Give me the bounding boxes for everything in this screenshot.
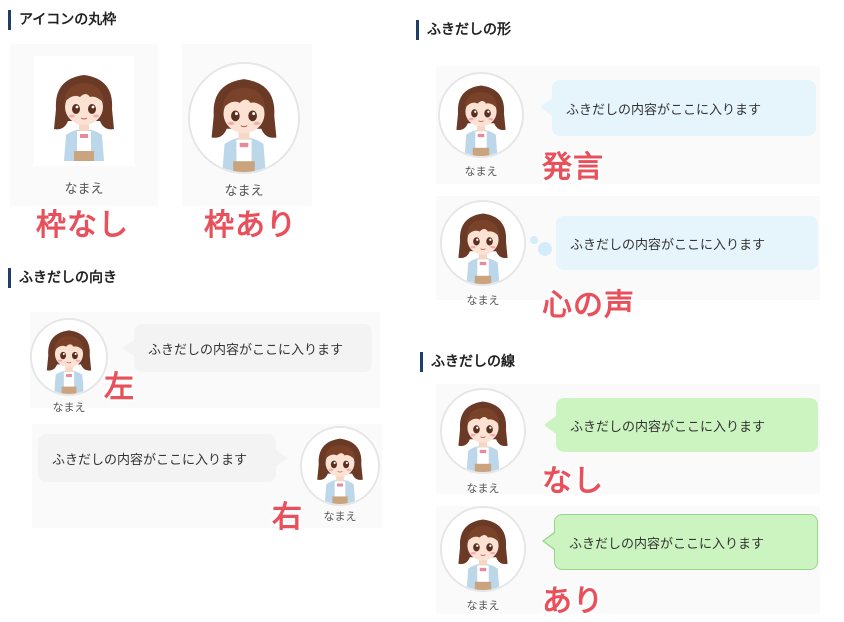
avatar-name: なまえ xyxy=(224,184,264,199)
girl-avatar-icon xyxy=(440,506,526,592)
bubble-tail-inner xyxy=(544,533,555,549)
bubble-tail xyxy=(122,340,134,356)
avatar-name: なまえ xyxy=(466,294,500,307)
girl-avatar-icon xyxy=(438,72,524,158)
girl-avatar-icon xyxy=(30,318,108,396)
thought-dot-small xyxy=(530,236,538,244)
speech-bubble-thought: ふきだしの内容がここに入ります xyxy=(556,216,818,270)
girl-avatar-icon xyxy=(440,388,526,474)
caption-with-frame: 枠あり xyxy=(204,208,297,243)
section-heading-icon-frame: アイコンの丸枠 xyxy=(8,10,116,30)
speech-bubble-talk: ふきだしの内容がここに入ります xyxy=(552,80,816,136)
bubble-tail xyxy=(544,416,556,434)
speech-bubble-left: ふきだしの内容がここに入ります xyxy=(134,324,372,372)
speech-bubble-right: ふきだしの内容がここに入ります xyxy=(38,434,276,482)
bubble-tail xyxy=(540,98,552,116)
caption-right: 右 xyxy=(272,500,303,535)
avatar-name: なまえ xyxy=(466,482,500,495)
section-heading-shape: ふきだしの形 xyxy=(416,20,511,40)
avatar-name: なまえ xyxy=(52,401,86,414)
girl-avatar-icon xyxy=(300,426,380,506)
caption-no-frame: 枠なし xyxy=(36,208,129,243)
girl-avatar-icon xyxy=(34,56,134,166)
girl-avatar-icon xyxy=(188,62,300,174)
caption-no-line: なし xyxy=(542,464,604,499)
section-heading-direction: ふきだしの向き xyxy=(8,268,117,288)
section-heading-line: ふきだしの線 xyxy=(420,352,515,372)
speech-bubble-with-line: ふきだしの内容がここに入ります xyxy=(554,514,818,570)
caption-speech: 発言 xyxy=(542,150,604,185)
caption-thought: 心の声 xyxy=(542,288,635,323)
caption-left: 左 xyxy=(104,370,135,405)
bubble-tail xyxy=(276,450,288,466)
avatar-name: なまえ xyxy=(466,599,500,612)
avatar-name: なまえ xyxy=(464,165,498,178)
avatar-name: なまえ xyxy=(64,182,104,197)
avatar-name: なまえ xyxy=(323,510,357,523)
speech-bubble-no-line: ふきだしの内容がここに入ります xyxy=(556,398,818,452)
girl-avatar-icon xyxy=(440,200,526,286)
caption-with-line: あり xyxy=(542,584,604,619)
thought-dot-large xyxy=(538,242,552,256)
